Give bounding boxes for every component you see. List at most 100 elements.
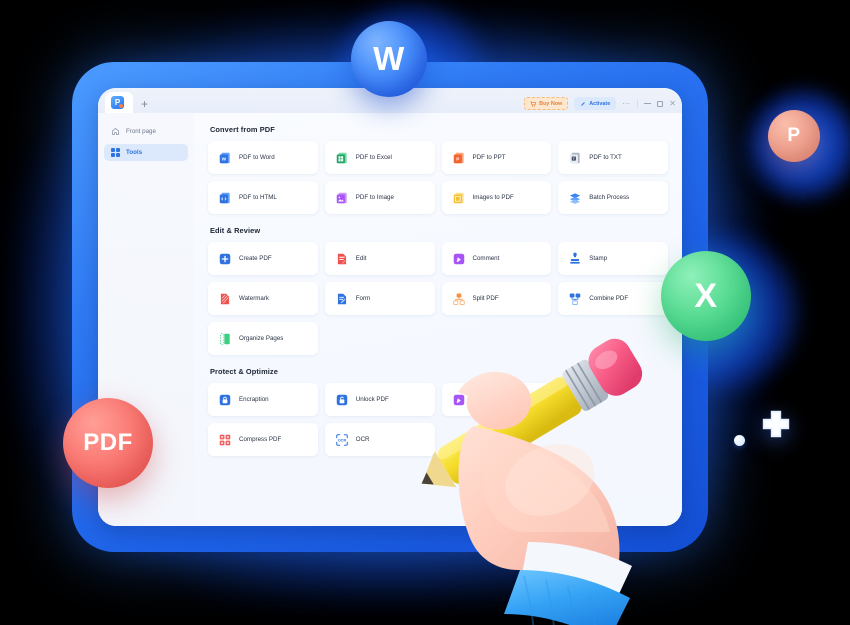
tool-label: Comment: [472, 254, 500, 262]
form-icon: [337, 293, 346, 304]
tool-card-compress-pdf[interactable]: Compress PDF: [208, 423, 318, 456]
sidebar-item-label: Front page: [126, 128, 156, 135]
sidebar-item-front-page[interactable]: Front page: [104, 123, 188, 140]
sphere-decoration: [734, 435, 745, 446]
maximize-button[interactable]: [657, 100, 664, 107]
tool-card-pdf-to-txt[interactable]: T PDF to TXT: [558, 141, 668, 174]
cart-icon: [530, 100, 537, 107]
split-icon: [452, 292, 465, 305]
activate-button[interactable]: Activate: [574, 97, 617, 110]
tool-card-images-to-pdf[interactable]: Images to PDF: [441, 181, 552, 214]
tool-label: Compress PDF: [239, 435, 282, 443]
grid-spacer: [558, 423, 668, 456]
tool-label: PDF to TXT: [589, 153, 622, 161]
tool-card-comment[interactable]: Comment: [441, 242, 552, 275]
browser-tab[interactable]: [105, 92, 133, 113]
ocr-icon: OCR: [335, 433, 348, 446]
protect-grid: Encraption Unlock PDF Mark for redaction…: [208, 383, 668, 456]
buy-now-button[interactable]: Buy Now: [524, 97, 569, 110]
tool-card-encraption[interactable]: Encraption: [208, 383, 318, 416]
tool-card-pdf-to-image[interactable]: PDF to Image: [324, 181, 435, 214]
close-button[interactable]: ✕: [669, 99, 676, 108]
tool-card-split-pdf[interactable]: Split PDF: [441, 282, 552, 315]
section-title-convert: Convert from PDF: [210, 125, 275, 134]
sidebar-item-label: Tools: [126, 149, 143, 156]
tool-card-form[interactable]: Form: [324, 282, 435, 315]
tool-label: Unlock PDF: [355, 395, 389, 403]
pdf-badge: PDF: [63, 398, 153, 488]
section-title-protect: Protect & Optimize: [210, 367, 278, 376]
ppt-badge: P: [768, 110, 820, 162]
ppt-badge-label: P: [787, 125, 801, 146]
word-badge-label: W: [373, 40, 405, 77]
grid-icon: [111, 148, 120, 157]
txt-icon: T: [570, 152, 580, 163]
images-pdf-icon: [453, 192, 464, 203]
tool-card-mark-for-redaction[interactable]: Mark for redaction: [441, 383, 552, 416]
tool-card-pdf-to-excel[interactable]: PDF to Excel: [324, 141, 435, 174]
tool-label: Form: [355, 294, 371, 302]
sidebar-item-tools[interactable]: Tools: [104, 144, 188, 161]
tool-label: Organize Pages: [239, 334, 284, 342]
titlebar-controls: Buy Now Activate ··· | ✕: [524, 97, 676, 110]
ppt-icon: P: [453, 152, 464, 163]
section-title-edit: Edit & Review: [210, 226, 261, 235]
tool-label: Create PDF: [239, 254, 272, 262]
tool-card-organize-pages[interactable]: Organize Pages: [208, 322, 318, 355]
tool-card-pdf-to-html[interactable]: PDF to HTML: [208, 181, 318, 214]
tool-card-ocr[interactable]: OCR OCR: [324, 423, 435, 456]
excel-badge-label: X: [694, 276, 718, 315]
word-icon: W: [219, 152, 230, 163]
svg-text:OCR: OCR: [338, 438, 347, 442]
grid-spacer: [558, 383, 668, 416]
tool-label: OCR: [355, 435, 370, 443]
tool-label: Watermark: [239, 294, 270, 302]
excel-badge: X: [661, 251, 751, 341]
word-badge: W: [351, 21, 427, 97]
combine-icon: [570, 292, 581, 305]
tool-label: Combine PDF: [589, 294, 629, 302]
comment-icon: [453, 253, 464, 264]
pdf-badge-label: PDF: [83, 429, 133, 456]
batch-icon: [570, 192, 581, 204]
tool-label: PDF to PPT: [472, 153, 506, 161]
convert-grid: W PDF to Word PDF to Excel P PDF to PPT …: [208, 141, 668, 214]
app-window: + Buy Now: [98, 88, 682, 526]
excel-icon: [336, 152, 347, 163]
edit-doc-icon: [337, 253, 347, 264]
tool-card-watermark[interactable]: Watermark: [208, 282, 318, 315]
tool-label: Images to PDF: [472, 193, 514, 201]
unlock-icon: [336, 394, 347, 405]
tool-card-pdf-to-word[interactable]: W PDF to Word: [208, 141, 318, 174]
tool-card-create-pdf[interactable]: Create PDF: [208, 242, 318, 275]
more-menu-icon[interactable]: ···: [622, 99, 630, 108]
activate-label: Activate: [589, 100, 611, 107]
edit-grid: Create PDF Edit Comment Stamp Watermark …: [208, 242, 668, 355]
tool-card-edit[interactable]: Edit: [324, 242, 435, 275]
titlebar-divider: |: [636, 98, 639, 108]
plus-decoration-icon: [762, 410, 790, 438]
grid-spacer: [442, 423, 552, 456]
device-frame: + Buy Now: [72, 62, 708, 552]
tool-card-combine-pdf[interactable]: Combine PDF: [558, 282, 668, 315]
compress-icon: [219, 434, 231, 445]
tool-label: PDF to Image: [355, 193, 394, 201]
plus-square-icon: [219, 253, 231, 264]
svg-text:P: P: [456, 156, 459, 161]
tool-card-pdf-to-ppt[interactable]: P PDF to PPT: [441, 141, 552, 174]
minimize-button[interactable]: [644, 103, 652, 104]
tool-label: PDF to HTML: [239, 193, 277, 201]
tool-card-stamp[interactable]: Stamp: [558, 242, 668, 275]
tools-content: Convert from PDF W PDF to Word PDF to Ex…: [194, 113, 682, 526]
new-tab-button[interactable]: +: [141, 98, 148, 110]
html-icon: [219, 192, 230, 203]
rocket-icon: [580, 101, 586, 106]
app-logo-icon: [111, 96, 124, 109]
watermark-icon: [220, 293, 230, 304]
screenshot-stage: + Buy Now: [0, 0, 850, 625]
tool-card-batch-process[interactable]: Batch Process: [558, 181, 668, 214]
tool-card-unlock-pdf[interactable]: Unlock PDF: [324, 383, 435, 416]
svg-text:W: W: [222, 156, 227, 161]
tool-label: Encraption: [239, 395, 269, 403]
tool-label: Split PDF: [472, 294, 499, 302]
